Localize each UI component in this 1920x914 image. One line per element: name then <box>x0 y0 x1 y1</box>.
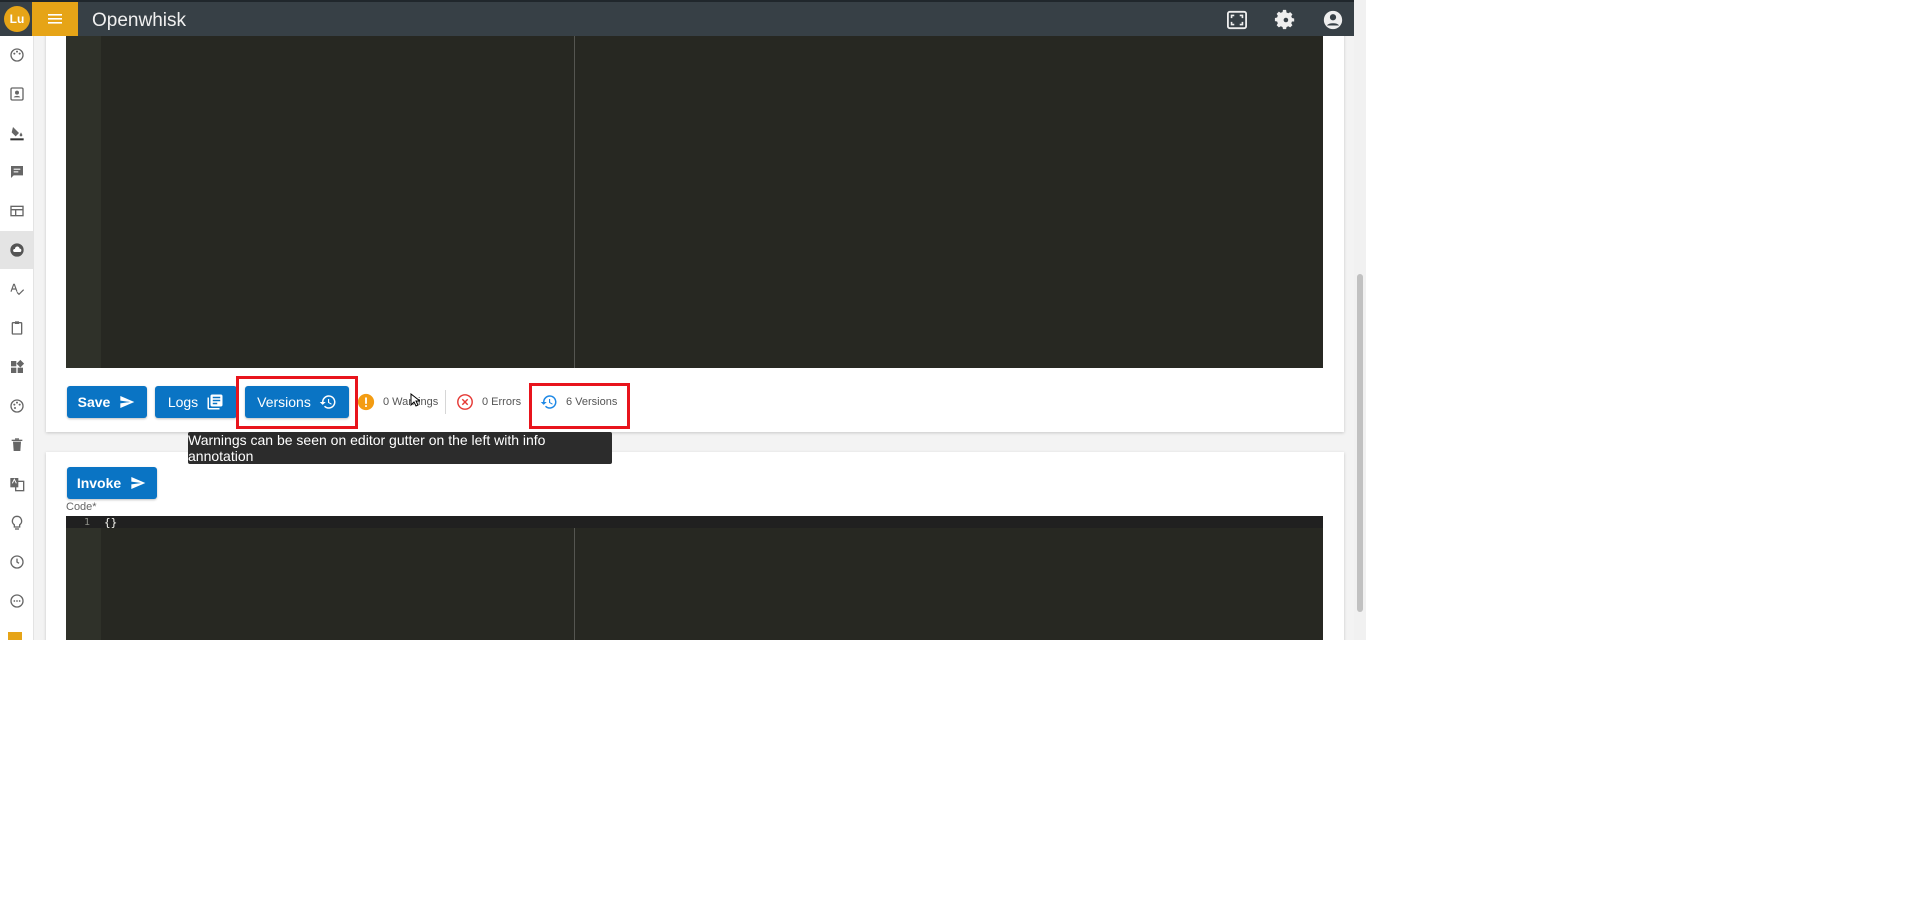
sidebar-item-more[interactable] <box>0 582 33 620</box>
code-field-label: Code* <box>66 501 97 513</box>
versions-button-highlight <box>236 376 358 429</box>
sidebar-item-lightbulb[interactable] <box>0 504 33 542</box>
editor-gutter <box>66 0 101 368</box>
fullscreen-icon <box>1227 10 1247 30</box>
sidebar-item-trash[interactable] <box>0 426 33 464</box>
versions-count-highlight <box>529 383 630 429</box>
sidebar-item-palette[interactable] <box>0 36 33 74</box>
table-icon <box>9 205 24 217</box>
logs-button[interactable]: Logs <box>155 386 237 418</box>
tooltip-text: Warnings can be seen on editor gutter on… <box>188 432 546 464</box>
dashboard-icon <box>10 359 24 373</box>
line-number: 1 <box>83 517 90 528</box>
save-button[interactable]: Save <box>67 386 147 418</box>
sidebar-item-cloud[interactable] <box>0 231 33 269</box>
account-icon <box>1323 10 1343 30</box>
save-button-label: Save <box>77 394 111 410</box>
scrollbar-thumb[interactable] <box>1357 274 1363 612</box>
sidebar-item-clock[interactable] <box>0 543 33 581</box>
trash-icon <box>11 438 22 451</box>
mouse-cursor-icon <box>410 393 420 407</box>
app-logo[interactable]: Lu <box>4 6 30 32</box>
cloud-icon <box>9 243 24 257</box>
invoke-button-label: Invoke <box>76 475 122 491</box>
warning-icon <box>357 393 375 411</box>
translate-icon <box>9 478 24 492</box>
warnings-status[interactable]: 0 Warnings <box>357 393 438 411</box>
app-title: Openwhisk <box>92 10 186 31</box>
sidebar-item-spellcheck[interactable] <box>0 270 33 308</box>
sidebar-item-chat[interactable] <box>0 153 33 191</box>
settings-icon <box>1274 9 1295 30</box>
clipboard-icon <box>11 321 22 335</box>
editor-gutter <box>66 516 101 640</box>
palette-alt-icon <box>9 399 24 413</box>
sidebar-partial-item <box>8 632 22 640</box>
sidebar-item-palette-alt[interactable] <box>0 387 33 425</box>
logs-button-label: Logs <box>167 394 199 410</box>
code-editor[interactable] <box>66 0 1323 368</box>
sidebar-item-clipboard[interactable] <box>0 309 33 347</box>
page-scrollbar[interactable] <box>1354 0 1366 640</box>
active-line <box>66 516 1323 528</box>
menu-button[interactable] <box>32 2 78 36</box>
chat-icon <box>10 166 23 178</box>
sidebar-item-paint[interactable] <box>0 114 33 152</box>
sidebar-item-translate[interactable] <box>0 465 33 503</box>
settings-button[interactable] <box>1274 9 1296 31</box>
invoke-code-editor[interactable]: 1 {} <box>66 516 1323 640</box>
code-line[interactable]: {} <box>104 516 117 529</box>
errors-status[interactable]: 0 Errors <box>456 393 521 411</box>
sidebar-item-contact[interactable] <box>0 75 33 113</box>
status-divider <box>445 390 446 414</box>
contact-icon <box>9 87 24 101</box>
invoke-button[interactable]: Invoke <box>67 467 157 499</box>
app-window: 1 {} Save Logs Versions 0 Warnings 0 Err… <box>0 0 1366 640</box>
more-icon <box>9 594 24 608</box>
palette-icon <box>9 48 24 62</box>
editor-print-margin <box>574 0 575 368</box>
send-icon <box>131 477 146 489</box>
fullscreen-button[interactable] <box>1226 9 1248 31</box>
warnings-tooltip: Warnings can be seen on editor gutter on… <box>188 432 612 464</box>
editor-print-margin <box>574 528 575 640</box>
library-books-icon <box>207 394 223 410</box>
errors-count: 0 Errors <box>482 396 522 408</box>
sidebar-item-dashboard[interactable] <box>0 348 33 386</box>
spellcheck-icon <box>9 283 24 296</box>
clock-icon <box>9 555 24 569</box>
error-icon <box>457 394 473 410</box>
paint-bucket-icon <box>9 127 24 141</box>
invoke-card: 1 {} <box>46 452 1344 640</box>
send-icon <box>120 396 135 408</box>
top-app-bar: Lu Openwhisk <box>0 0 1358 36</box>
lightbulb-icon <box>11 515 22 530</box>
sidebar-item-table[interactable] <box>0 192 33 230</box>
account-button[interactable] <box>1322 9 1344 31</box>
action-editor-card <box>46 0 1344 432</box>
menu-icon <box>48 14 62 24</box>
sidebar <box>0 36 34 640</box>
